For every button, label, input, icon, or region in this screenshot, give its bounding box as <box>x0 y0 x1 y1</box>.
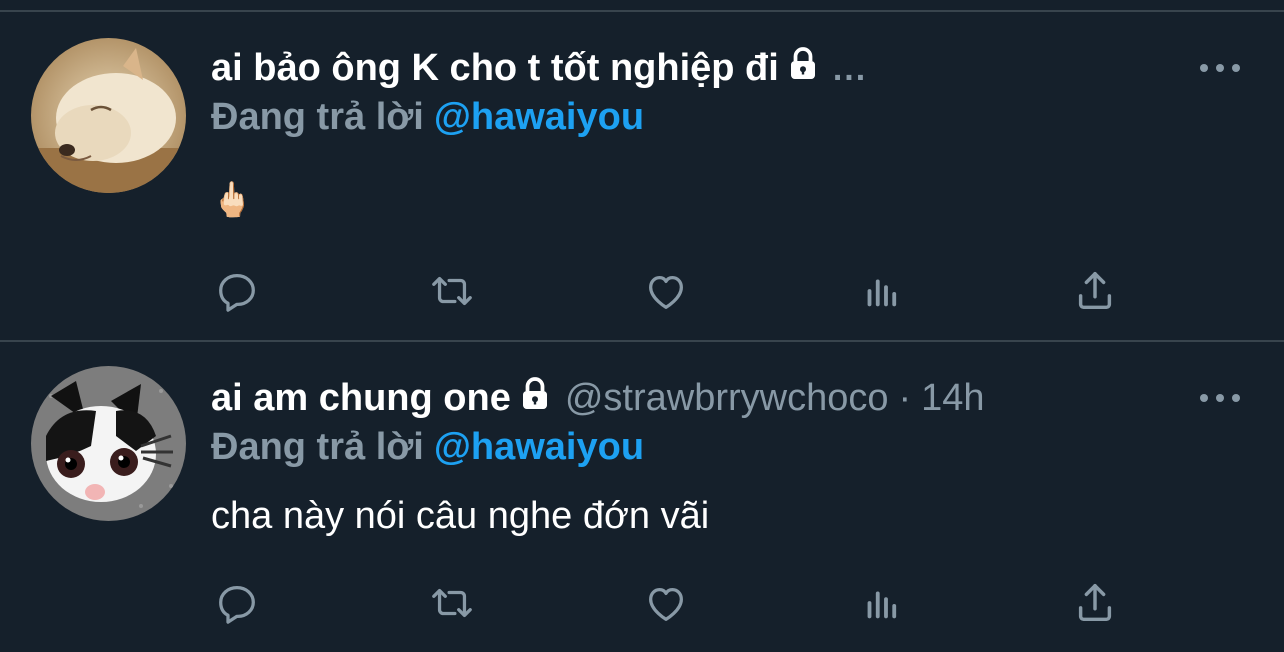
tweet-header: ai bảo ông K cho t tốt nghiệp đi... <box>211 44 867 92</box>
tweet-text: 🖕🏻 <box>211 181 254 219</box>
tweet-header: ai am chung one @strawbrrywchoco · 14h <box>211 374 985 422</box>
more-horizontal-icon[interactable] <box>1200 58 1240 78</box>
reply-prefix: Đang trả lời <box>211 96 424 138</box>
heart-icon <box>649 275 683 309</box>
share-icon <box>1078 272 1112 310</box>
reply-prefix: Đang trả lời <box>211 426 424 468</box>
share-button[interactable] <box>1070 578 1120 628</box>
tweet[interactable]: ai bảo ông K cho t tốt nghiệp đi... Đang… <box>0 12 1284 340</box>
display-name[interactable]: ai bảo ông K cho t tốt nghiệp đi <box>211 47 779 89</box>
tweet[interactable]: ai am chung one @strawbrrywchoco · 14h Đang… <box>0 342 1284 652</box>
analytics-icon <box>867 279 897 307</box>
share-button[interactable] <box>1070 266 1120 316</box>
dog-avatar-image <box>31 38 186 193</box>
replying-to: Đang trả lời @hawaiyou <box>211 94 644 140</box>
heart-icon <box>649 587 683 621</box>
display-name[interactable]: ai am chung one <box>211 377 511 419</box>
like-button[interactable] <box>641 266 691 316</box>
analytics-button[interactable] <box>856 266 906 316</box>
user-handle[interactable]: @strawbrrywchoco <box>565 377 889 419</box>
retweet-icon <box>432 276 472 306</box>
retweet-button[interactable] <box>427 578 477 628</box>
more-horizontal-icon[interactable] <box>1200 388 1240 408</box>
analytics-button[interactable] <box>856 578 906 628</box>
reply-button[interactable] <box>212 578 262 628</box>
share-icon <box>1078 584 1112 622</box>
retweet-button[interactable] <box>427 266 477 316</box>
replying-to: Đang trả lời @hawaiyou <box>211 424 644 470</box>
cat-avatar-image <box>31 366 186 521</box>
truncation-ellipsis: ... <box>832 50 868 88</box>
reply-handle-link[interactable]: @hawaiyou <box>434 426 644 468</box>
tweet-actions <box>0 266 1284 316</box>
avatar[interactable] <box>31 38 186 193</box>
reply-handle-link[interactable]: @hawaiyou <box>434 96 644 138</box>
separator-dot: · <box>898 377 912 419</box>
tweet-actions <box>0 578 1284 628</box>
timestamp[interactable]: 14h <box>921 377 984 419</box>
like-button[interactable] <box>641 578 691 628</box>
reply-icon <box>219 274 255 312</box>
lock-icon <box>517 376 553 412</box>
analytics-icon <box>867 591 897 619</box>
retweet-icon <box>432 588 472 618</box>
reply-button[interactable] <box>212 266 262 316</box>
lock-icon <box>785 46 821 82</box>
tweet-text: cha này nói câu nghe đớn vãi <box>211 495 710 537</box>
avatar[interactable] <box>31 366 186 521</box>
reply-icon <box>219 586 255 624</box>
